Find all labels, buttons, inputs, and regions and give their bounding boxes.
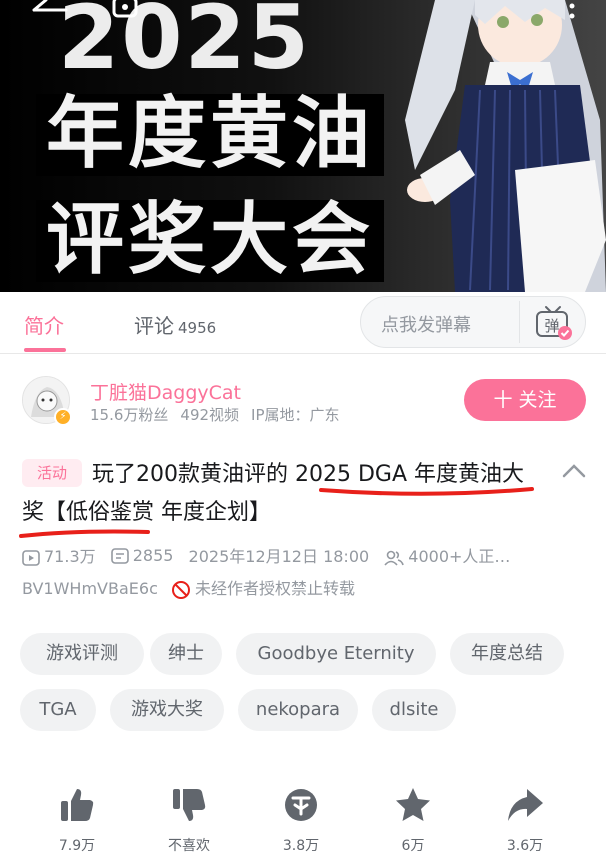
- danmaku-count: 2855: [110, 545, 174, 565]
- cover-title-line-1: 年度黄油: [36, 93, 385, 176]
- view-count-value: 71.3万: [44, 547, 96, 566]
- danmaku-count-icon: [110, 548, 129, 564]
- tag-chip[interactable]: 游戏大奖: [110, 689, 224, 731]
- thumbs-down-icon: [173, 789, 206, 821]
- favorite-count: 6万: [401, 838, 425, 854]
- like-count: 7.9万: [58, 838, 96, 854]
- cover-year-text: 2025: [58, 0, 311, 89]
- video-meta-row-2: BV1WHmVBaE6c 未经作者授权禁止转载: [22, 575, 355, 600]
- uploader-stats: 15.6万粉丝 492视频 IP属地：广东: [90, 404, 352, 425]
- thumbs-up-icon: [61, 789, 94, 821]
- watching-now-value: 4000+人正…: [408, 547, 511, 566]
- publish-date: 2025年12月12日 18:00: [188, 547, 370, 566]
- uploader-videos: 492视频: [180, 406, 240, 424]
- back-arrow-icon[interactable]: [30, 0, 70, 24]
- danmaku-toggle-button[interactable]: 弹: [519, 301, 581, 343]
- coin-icon: [285, 789, 317, 821]
- home-icon[interactable]: [108, 0, 142, 22]
- tag-chip[interactable]: TGA: [20, 689, 96, 731]
- video-player-cover[interactable]: 2025 年度黄油 评奖大会: [0, 0, 606, 292]
- share-count: 3.6万: [506, 838, 544, 854]
- tag-chip[interactable]: 绅士: [150, 633, 222, 675]
- tag-chip[interactable]: 游戏评测: [20, 633, 144, 675]
- danmaku-placeholder: 点我发弹幕: [381, 315, 471, 336]
- tag-chip[interactable]: dlsite: [372, 689, 456, 731]
- follow-button[interactable]: 十 关注: [464, 379, 586, 421]
- uploader-name[interactable]: 丁脏猫DaggyCat: [90, 378, 241, 405]
- copyright-notice: 未经作者授权禁止转载: [194, 579, 355, 598]
- danmaku-tv-icon: 弹: [536, 306, 572, 340]
- lightning-badge-icon: ⚡: [54, 408, 72, 426]
- dislike-button[interactable]: 不喜欢: [154, 785, 224, 855]
- video-bvid[interactable]: BV1WHmVBaE6c: [22, 579, 158, 598]
- tag-chip[interactable]: nekopara: [238, 689, 358, 731]
- chevron-up-icon[interactable]: [562, 462, 586, 478]
- video-meta-row: 71.3万 2855 2025年12月12日 18:00 4000+人正…: [22, 543, 520, 567]
- tab-intro[interactable]: 简介: [24, 310, 64, 339]
- tab-comments[interactable]: 评论 4956: [134, 310, 216, 339]
- people-icon: [384, 550, 405, 566]
- favorite-button[interactable]: 6万: [378, 785, 448, 855]
- danmaku-button-label: 弹: [544, 317, 559, 335]
- star-icon: [396, 788, 430, 821]
- coin-button[interactable]: 3.8万: [266, 785, 336, 855]
- active-tab-indicator: [24, 348, 66, 352]
- tab-comments-label: 评论: [134, 314, 174, 338]
- comments-count: 4956: [178, 319, 217, 337]
- tag-chip[interactable]: 年度总结: [450, 633, 564, 675]
- uploader-fans: 15.6万粉丝: [90, 406, 169, 424]
- tag-chip[interactable]: Goodbye Eternity: [236, 633, 436, 675]
- no-repost-icon: [171, 580, 190, 599]
- more-options-icon[interactable]: [566, 2, 578, 26]
- danmaku-input[interactable]: 点我发弹幕 弹: [360, 296, 586, 348]
- coin-count: 3.8万: [282, 838, 320, 854]
- view-count: 71.3万: [22, 543, 96, 567]
- red-underline-annotation-1: [319, 487, 534, 496]
- dislike-label: 不喜欢: [168, 838, 210, 854]
- like-button[interactable]: 7.9万: [42, 785, 112, 855]
- play-count-icon: [22, 549, 40, 566]
- uploader-ip: IP属地：广东: [251, 406, 340, 424]
- cover-title-line-2: 评奖大会: [36, 199, 385, 282]
- danmaku-count-value: 2855: [132, 545, 174, 565]
- share-button[interactable]: 3.6万: [490, 785, 560, 855]
- red-underline-annotation-2: [19, 529, 150, 538]
- watching-now: 4000+人正…: [384, 543, 510, 567]
- cover-anime-character-illustration: [405, 0, 606, 292]
- share-arrow-icon: [508, 789, 543, 821]
